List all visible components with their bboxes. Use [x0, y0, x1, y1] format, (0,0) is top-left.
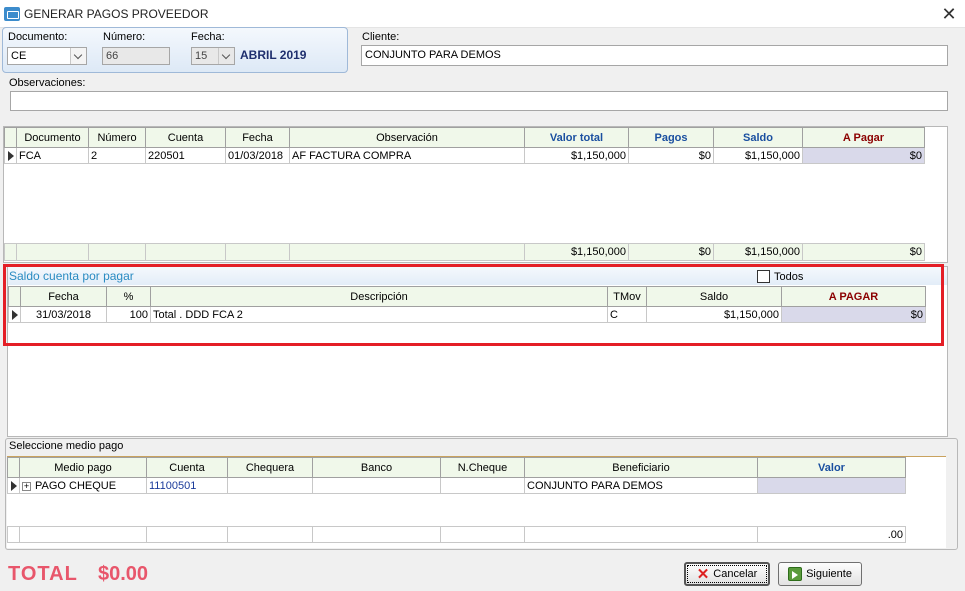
title-bar: GENERAR PAGOS PROVEEDOR ✕	[0, 0, 965, 28]
numero-field[interactable]: 66	[102, 47, 170, 65]
total-saldo: $1,150,000	[713, 243, 803, 261]
col-a-pagar[interactable]: A Pagar	[802, 127, 925, 148]
documento-combo[interactable]: CE	[7, 47, 87, 65]
close-button[interactable]: ✕	[938, 3, 960, 25]
cell-a-pagar[interactable]: $0	[802, 147, 925, 164]
observaciones-field[interactable]	[10, 91, 948, 111]
window-title: GENERAR PAGOS PROVEEDOR	[24, 7, 209, 21]
totals-row: $1,150,000 $0 $1,150,000 $0	[4, 243, 925, 261]
medio-pago-title: Seleccione medio pago	[9, 440, 124, 452]
col-cuenta[interactable]: Cuenta	[146, 457, 228, 478]
medio-pago-value: PAGO CHEQUE	[35, 479, 117, 492]
numero-label: Número:	[103, 31, 146, 43]
current-row-arrow-icon	[11, 480, 17, 491]
col-fecha[interactable]: Fecha	[225, 127, 290, 148]
cell-valor-total[interactable]: $1,150,000	[524, 147, 629, 164]
col-saldo[interactable]: Saldo	[713, 127, 803, 148]
fecha-day-value: 15	[195, 50, 208, 62]
table-row[interactable]: + PAGO CHEQUE 11100501 CONJUNTO PARA DEMO…	[7, 477, 906, 494]
fecha-month-label: ABRIL 2019	[240, 48, 307, 62]
cell-observacion[interactable]: AF FACTURA COMPRA	[289, 147, 525, 164]
cell-cuenta[interactable]: 11100501	[146, 477, 228, 494]
col-observacion[interactable]: Observación	[289, 127, 525, 148]
total-valor-total: $1,150,000	[524, 243, 629, 261]
col-n-cheque[interactable]: N.Cheque	[440, 457, 525, 478]
col-pagos[interactable]: Pagos	[628, 127, 714, 148]
col-beneficiario[interactable]: Beneficiario	[524, 457, 758, 478]
app-icon	[4, 7, 20, 21]
chevron-down-icon[interactable]	[218, 48, 234, 64]
expand-plus-icon[interactable]: +	[22, 481, 31, 491]
next-arrow-icon	[788, 567, 803, 581]
col-banco[interactable]: Banco	[312, 457, 441, 478]
cell-cuenta[interactable]: 220501	[145, 147, 226, 164]
row-selector-header	[7, 457, 20, 478]
col-valor[interactable]: Valor	[757, 457, 906, 478]
cliente-label: Cliente:	[362, 31, 400, 43]
row-selector[interactable]	[7, 477, 20, 494]
cancel-button[interactable]: ✕ Cancelar	[684, 562, 770, 586]
total-label: TOTAL	[8, 563, 78, 585]
total-a-pagar: $0	[802, 243, 925, 261]
fecha-day-combo[interactable]: 15	[191, 47, 235, 65]
chevron-down-icon[interactable]	[70, 48, 86, 64]
observaciones-label: Observaciones:	[9, 77, 86, 89]
cancel-button-label: Cancelar	[713, 568, 758, 580]
cell-banco[interactable]	[312, 477, 441, 494]
col-documento[interactable]: Documento	[16, 127, 89, 148]
table-row[interactable]: FCA 2 220501 01/03/2018 AF FACTURA COMPR…	[4, 147, 925, 164]
cell-n-cheque[interactable]	[440, 477, 525, 494]
cell-documento[interactable]: FCA	[16, 147, 89, 164]
cell-valor[interactable]	[757, 477, 906, 494]
row-selector-header	[4, 127, 17, 148]
cell-fecha[interactable]: 01/03/2018	[225, 147, 290, 164]
documento-value: CE	[11, 50, 27, 62]
col-valor-total[interactable]: Valor total	[524, 127, 629, 148]
col-medio-pago[interactable]: Medio pago	[19, 457, 147, 478]
cell-numero[interactable]: 2	[88, 147, 146, 164]
documents-grid: Documento Número Cuenta Fecha Observació…	[3, 126, 948, 263]
total-pagos: $0	[628, 243, 714, 261]
medio-pago-grid: Medio pago Cuenta Chequera Banco N.Chequ…	[7, 456, 946, 548]
close-icon: ✕	[696, 565, 710, 583]
col-chequera[interactable]: Chequera	[227, 457, 313, 478]
fecha-label: Fecha:	[191, 31, 225, 43]
cell-beneficiario[interactable]: CONJUNTO PARA DEMOS	[524, 477, 758, 494]
next-button-label: Siguiente	[806, 568, 852, 580]
col-cuenta[interactable]: Cuenta	[145, 127, 226, 148]
highlight-frame	[3, 264, 944, 346]
next-button[interactable]: Siguiente	[778, 562, 862, 586]
cell-chequera[interactable]	[227, 477, 313, 494]
cliente-field[interactable]: CONJUNTO PARA DEMOS	[361, 45, 948, 66]
cell-saldo[interactable]: $1,150,000	[713, 147, 803, 164]
totals-row: .00	[7, 526, 906, 543]
total-value: $0.00	[98, 563, 149, 585]
total-valor: .00	[757, 526, 906, 543]
row-selector[interactable]	[4, 147, 17, 164]
cell-medio-pago[interactable]: + PAGO CHEQUE	[19, 477, 147, 494]
documento-label: Documento:	[8, 31, 68, 43]
cell-pagos[interactable]: $0	[628, 147, 714, 164]
col-numero[interactable]: Número	[88, 127, 146, 148]
current-row-arrow-icon	[8, 150, 14, 161]
